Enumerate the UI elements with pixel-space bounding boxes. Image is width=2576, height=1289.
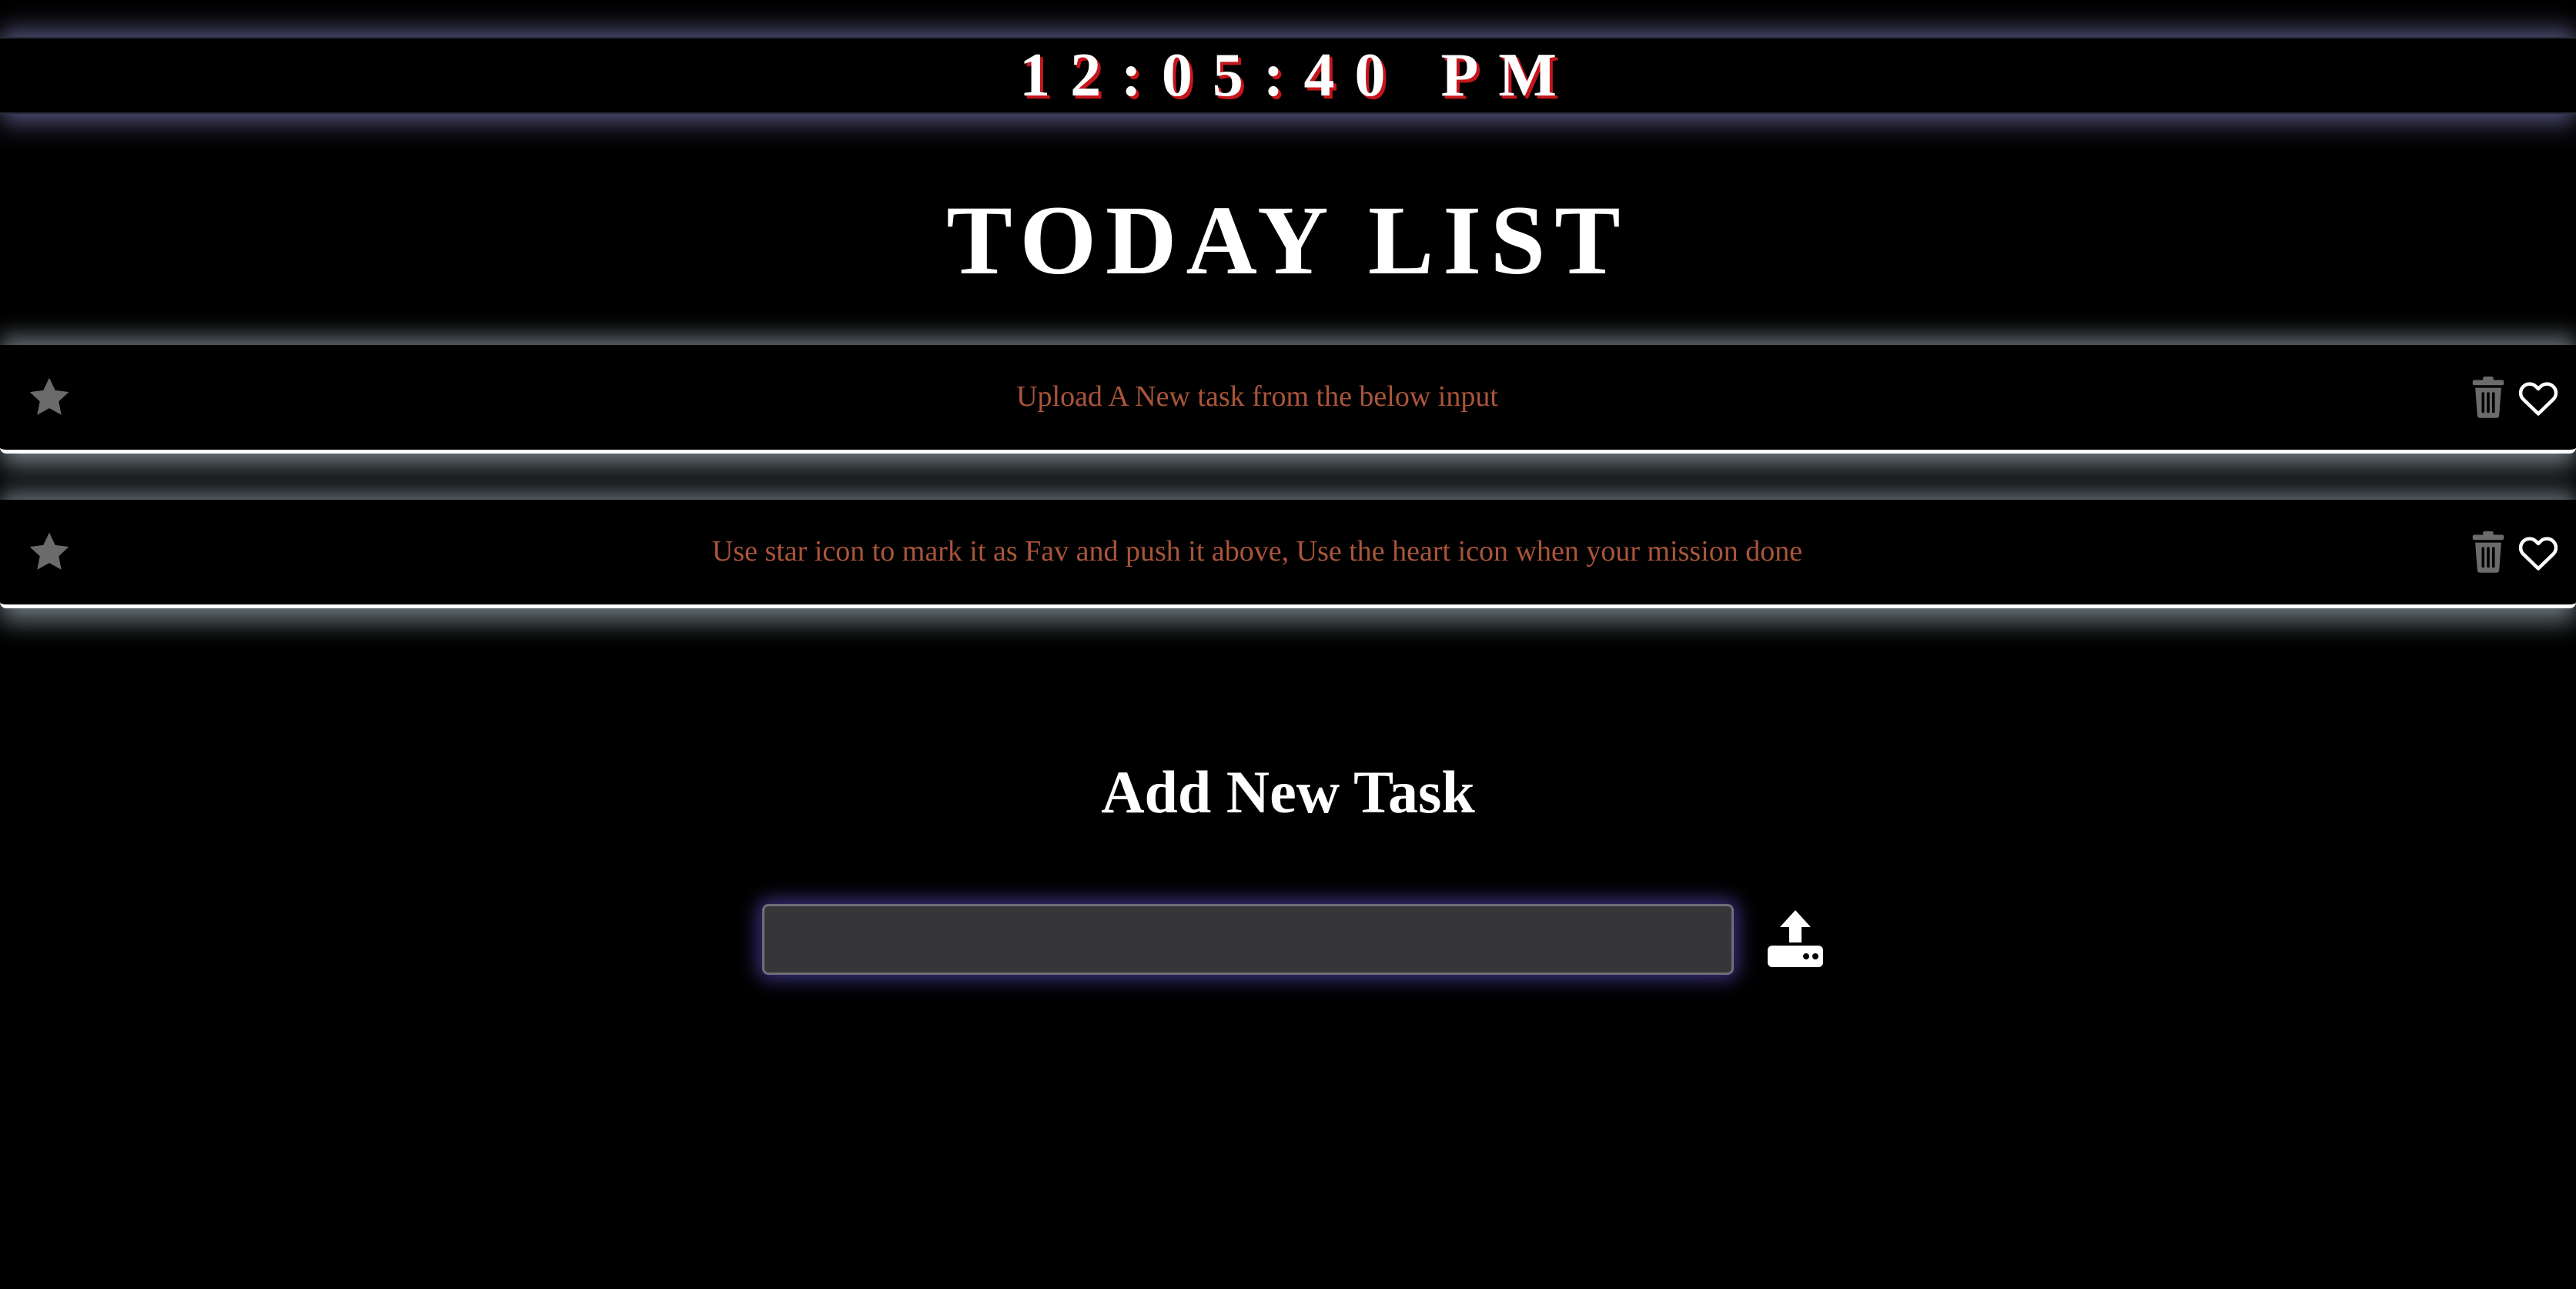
- upload-button[interactable]: [1765, 909, 1826, 970]
- page: 12:05:40 PM TODAY LIST Upload A New task…: [0, 0, 2576, 1289]
- upload-icon: [1765, 910, 1826, 973]
- trash-icon[interactable]: [2470, 531, 2507, 573]
- heart-icon[interactable]: [2517, 533, 2559, 571]
- clock-bar: 12:05:40 PM: [0, 37, 2576, 114]
- page-title: TODAY LIST: [946, 186, 1630, 295]
- clock-time: 12:05:40 PM: [1019, 42, 1577, 109]
- heart-icon[interactable]: [2517, 378, 2559, 417]
- task-text: Upload A New task from the below input: [1016, 380, 1498, 413]
- task-text: Use star icon to mark it as Fav and push…: [711, 535, 1803, 568]
- add-task-heading: Add New Task: [1101, 758, 1475, 825]
- task-row: Use star icon to mark it as Fav and push…: [0, 500, 2576, 608]
- task-row: Upload A New task from the below input: [0, 345, 2576, 454]
- star-icon[interactable]: [25, 373, 74, 422]
- task-list: Upload A New task from the below input U…: [0, 345, 2576, 655]
- trash-icon[interactable]: [2470, 377, 2507, 418]
- star-icon[interactable]: [25, 527, 74, 577]
- new-task-input[interactable]: [762, 904, 1734, 975]
